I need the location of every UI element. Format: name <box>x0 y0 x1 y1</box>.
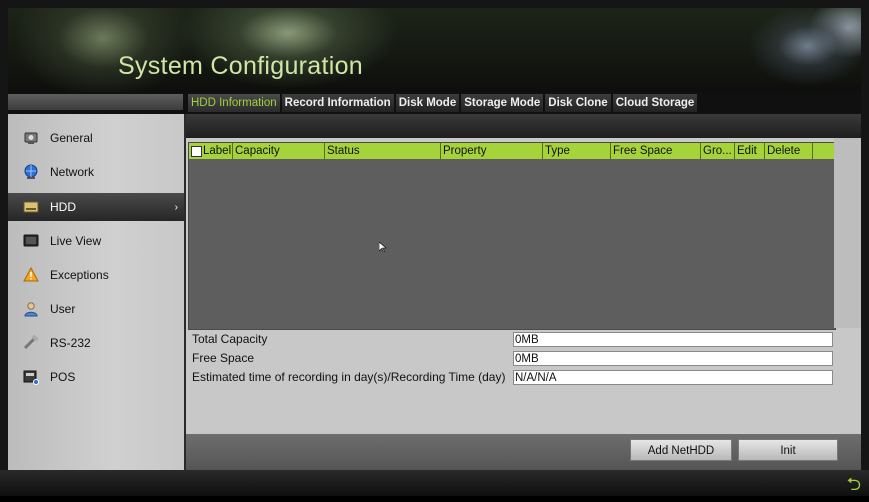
general-icon <box>22 130 40 146</box>
total-capacity-field: 0MB <box>513 332 833 347</box>
sidebar-item-label: RS-232 <box>50 336 91 350</box>
hdd-icon <box>22 199 40 215</box>
sidebar-item-label: Live View <box>50 234 102 248</box>
network-icon <box>22 164 40 180</box>
table-header: Label Capacity Status Property Type Free… <box>189 143 835 159</box>
sidebar-item-label: Exceptions <box>50 268 109 282</box>
sidebar-item-hdd[interactable]: HDD › <box>8 193 184 221</box>
sidebar-item-rs232[interactable]: RS-232 <box>8 329 184 357</box>
column-header-status: Status <box>325 143 441 159</box>
tab-disk-clone[interactable]: Disk Clone <box>545 94 611 112</box>
add-nethdd-button[interactable]: Add NetHDD <box>630 439 732 461</box>
column-header-group: Gro... <box>701 143 735 159</box>
column-header-delete: Delete <box>765 143 813 159</box>
free-space-field: 0MB <box>513 351 833 366</box>
user-icon <box>22 301 40 317</box>
sidebar-item-label: HDD <box>50 200 76 214</box>
pos-icon <box>22 369 40 385</box>
header-banner: System Configuration <box>8 8 861 92</box>
tab-cloud-storage[interactable]: Cloud Storage <box>612 94 698 112</box>
mouse-cursor-icon <box>378 239 387 253</box>
app-window: System Configuration HDD Information Rec… <box>0 0 869 496</box>
tab-bar: HDD Information Record Information Disk … <box>8 92 861 114</box>
tabs: HDD Information Record Information Disk … <box>188 94 698 114</box>
table-scrollbar[interactable] <box>834 138 861 328</box>
sidebar-item-label: Network <box>50 165 95 179</box>
live-view-icon <box>22 233 40 249</box>
tabbar-spacer <box>8 94 183 110</box>
init-button[interactable]: Init <box>738 439 838 461</box>
column-header-capacity: Capacity <box>233 143 325 159</box>
sidebar-item-pos[interactable]: POS <box>8 363 184 391</box>
select-all-checkbox[interactable] <box>191 145 202 157</box>
rs232-icon <box>22 335 40 351</box>
page-title: System Configuration <box>118 52 364 80</box>
sidebar-item-label: General <box>50 131 93 145</box>
column-header-property: Property <box>441 143 543 159</box>
chevron-right-icon: › <box>174 201 178 213</box>
tab-record-information[interactable]: Record Information <box>281 94 394 112</box>
sidebar-item-user[interactable]: User <box>8 295 184 323</box>
column-header-label: Label <box>189 143 233 159</box>
column-header-spacer <box>813 143 827 159</box>
sidebar-item-live-view[interactable]: Live View <box>8 227 184 255</box>
main-panel: Label Capacity Status Property Type Free… <box>186 114 861 470</box>
estimated-time-field: N/A/N/A <box>513 370 833 385</box>
sidebar-item-general[interactable]: General <box>8 124 184 152</box>
column-header-free-space: Free Space <box>611 143 701 159</box>
column-header-type: Type <box>543 143 611 159</box>
column-header-edit: Edit <box>735 143 765 159</box>
sidebar-item-label: User <box>50 302 76 316</box>
footer-bar: ⮌ <box>0 470 869 496</box>
back-icon[interactable]: ⮌ <box>847 472 861 502</box>
sidebar: General Network HDD › Live View Exceptio… <box>8 114 186 470</box>
tab-hdd-information[interactable]: HDD Information <box>188 94 280 112</box>
sidebar-item-label: POS <box>50 370 76 384</box>
sidebar-item-network[interactable]: Network <box>8 158 184 186</box>
tab-storage-mode[interactable]: Storage Mode <box>461 94 544 112</box>
tab-disk-mode[interactable]: Disk Mode <box>395 94 460 112</box>
estimated-time-label: Estimated time of recording in day(s)/Re… <box>192 370 506 384</box>
free-space-label: Free Space <box>192 351 255 365</box>
warning-icon <box>22 267 40 283</box>
action-bar: Add NetHDD Init <box>186 434 861 470</box>
sidebar-item-exceptions[interactable]: Exceptions <box>8 261 184 289</box>
hdd-table: Label Capacity Status Property Type Free… <box>188 142 836 330</box>
sub-toolbar <box>186 114 861 138</box>
total-capacity-label: Total Capacity <box>192 332 268 346</box>
